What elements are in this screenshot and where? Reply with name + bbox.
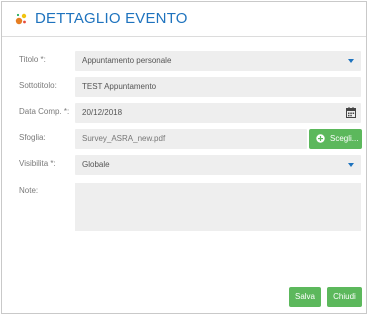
data-comp-row: Data Comp. *: 20/12/2018 bbox=[2, 103, 366, 123]
sottotitolo-input[interactable]: TEST Appuntamento bbox=[75, 77, 361, 97]
plus-circle-icon bbox=[316, 134, 325, 143]
visibilita-select[interactable]: Globale bbox=[75, 155, 361, 175]
dialog-header: DETTAGLIO EVENTO bbox=[2, 2, 366, 37]
sottotitolo-row: Sottotitolo: TEST Appuntamento bbox=[2, 77, 366, 97]
sfoglia-label: Sfoglia: bbox=[19, 133, 46, 142]
data-comp-value: 20/12/2018 bbox=[82, 108, 123, 117]
dialog-title: DETTAGLIO EVENTO bbox=[35, 10, 188, 27]
data-comp-input[interactable]: 20/12/2018 bbox=[75, 103, 361, 123]
calendar-icon[interactable] bbox=[346, 107, 356, 118]
choose-file-label: Scegli... bbox=[330, 134, 359, 143]
data-comp-label: Data Comp. *: bbox=[19, 107, 70, 116]
choose-file-button[interactable]: Scegli... bbox=[309, 129, 362, 149]
visibilita-label: Visibilita *: bbox=[19, 159, 56, 168]
note-label: Note: bbox=[19, 186, 39, 195]
sparkle-icon bbox=[15, 13, 27, 25]
chevron-down-icon bbox=[348, 163, 354, 167]
save-button[interactable]: Salva bbox=[289, 287, 321, 307]
note-textarea[interactable] bbox=[75, 183, 361, 231]
titolo-row: Titolo *: Appuntamento personale bbox=[2, 51, 366, 71]
titolo-select[interactable]: Appuntamento personale bbox=[75, 51, 361, 71]
event-detail-dialog: DETTAGLIO EVENTO Titolo *: Appuntamento … bbox=[1, 1, 367, 314]
sottotitolo-label: Sottotitolo: bbox=[19, 81, 57, 90]
sottotitolo-value: TEST Appuntamento bbox=[82, 82, 157, 91]
close-button[interactable]: Chiudi bbox=[327, 287, 362, 307]
file-path-input[interactable]: Survey_ASRA_new.pdf bbox=[75, 129, 307, 149]
file-name-value: Survey_ASRA_new.pdf bbox=[82, 134, 166, 143]
titolo-label: Titolo *: bbox=[19, 55, 46, 64]
chevron-down-icon bbox=[348, 59, 354, 63]
titolo-value: Appuntamento personale bbox=[82, 56, 172, 65]
visibilita-value: Globale bbox=[82, 160, 110, 169]
visibilita-row: Visibilita *: Globale bbox=[2, 155, 366, 175]
sfoglia-row: Sfoglia: Survey_ASRA_new.pdf Scegli... bbox=[2, 129, 366, 149]
